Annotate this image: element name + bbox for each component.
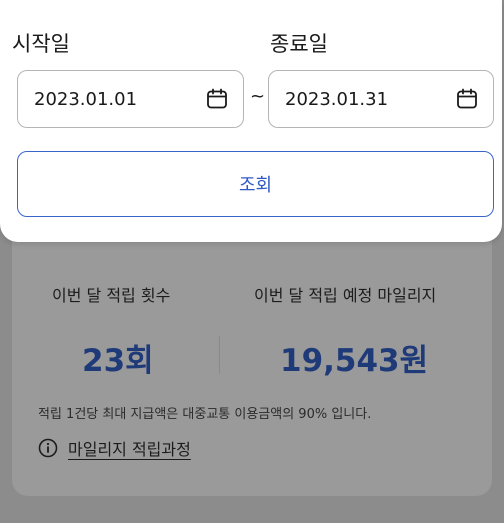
expected-mileage-label: 이번 달 적립 예정 마일리지	[254, 286, 437, 305]
monthly-count-value: 23회	[82, 343, 154, 379]
end-date-value: 2023.01.31	[285, 88, 389, 110]
summary-values: 23회 19,543원	[12, 335, 492, 379]
mileage-process-label: 마일리지 적립과정	[68, 440, 191, 459]
start-date-label: 시작일	[12, 32, 70, 56]
expected-mileage-value: 19,543원	[280, 343, 429, 379]
summary-labels: 이번 달 적립 횟수 이번 달 적립 예정 마일리지	[12, 282, 492, 312]
date-filter-panel: 시작일 종료일 2023.01.01 ~ 2023.01.31 조회	[0, 0, 502, 242]
end-date-field[interactable]: 2023.01.31	[268, 70, 494, 128]
monthly-count-label: 이번 달 적립 횟수	[52, 286, 171, 305]
calendar-icon[interactable]	[205, 87, 229, 111]
start-date-field[interactable]: 2023.01.01	[17, 70, 244, 128]
mileage-summary-card: 이번 달 적립 횟수 이번 달 적립 예정 마일리지 23회 19,543원 적…	[12, 222, 492, 496]
mileage-process-link[interactable]: 마일리지 적립과정	[38, 436, 191, 460]
max-payout-note: 적립 1건당 최대 지급액은 대중교통 이용금액의 90% 입니다.	[38, 407, 372, 422]
date-range-separator: ~	[250, 86, 266, 107]
summary-divider	[219, 336, 220, 374]
start-date-value: 2023.01.01	[34, 88, 138, 110]
info-icon	[38, 438, 58, 458]
calendar-icon[interactable]	[455, 87, 479, 111]
end-date-label: 종료일	[270, 32, 328, 56]
search-button[interactable]: 조회	[17, 151, 494, 217]
